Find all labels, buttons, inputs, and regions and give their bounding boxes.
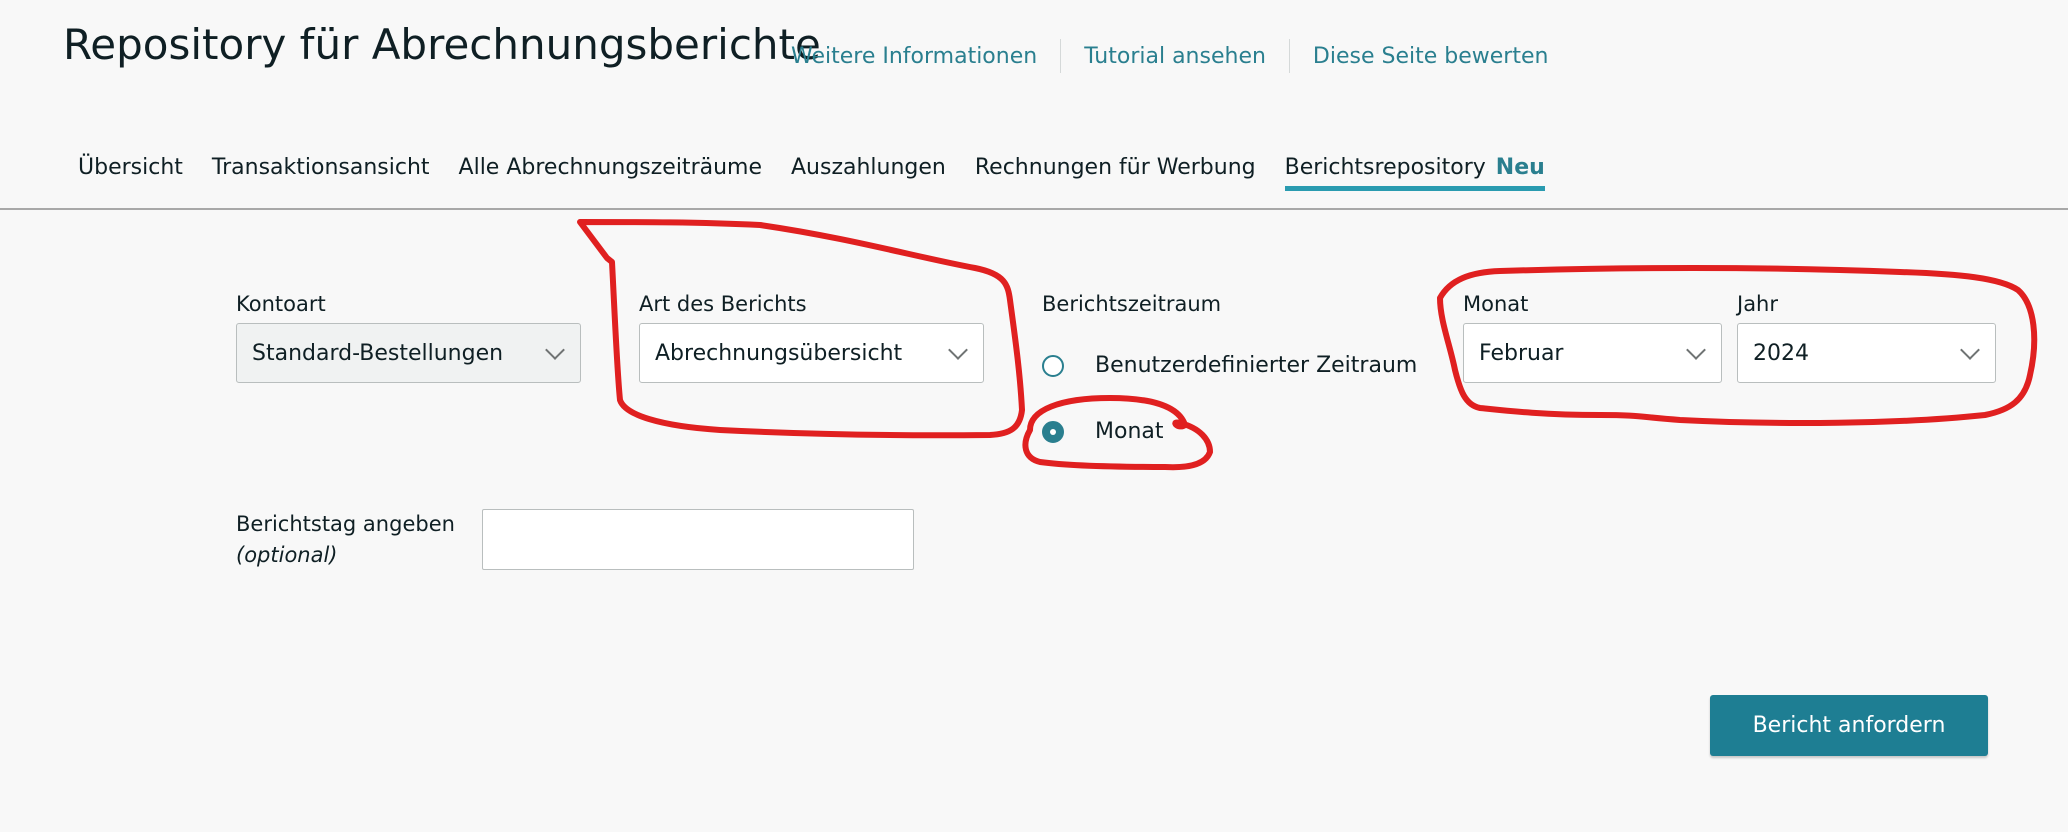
- tab-label: Rechnungen für Werbung: [974, 155, 1256, 180]
- month-select[interactable]: Februar: [1463, 323, 1722, 383]
- account-type-value: Standard-Bestellungen: [252, 340, 504, 366]
- radio-button[interactable]: [1042, 354, 1064, 377]
- rate-page-link[interactable]: Diese Seite bewerten: [1290, 44, 1572, 69]
- tab-transactions[interactable]: Transaktionsansicht: [212, 155, 430, 190]
- tab-all-settlement-periods[interactable]: Alle Abrechnungszeiträume: [459, 155, 762, 190]
- page-title: Repository für Abrechnungsberichte: [63, 20, 821, 69]
- tab-report-repository[interactable]: Berichtsrepository Neu: [1284, 155, 1545, 191]
- tab-advertising-invoices[interactable]: Rechnungen für Werbung: [975, 155, 1256, 190]
- report-period-label: Berichtszeitraum: [1042, 292, 1222, 316]
- chevron-down-icon: [1960, 340, 1980, 360]
- account-type-select[interactable]: Standard-Bestellungen: [236, 323, 581, 383]
- report-day-input[interactable]: [482, 509, 914, 570]
- tab-label: Auszahlungen: [791, 155, 946, 180]
- watch-tutorial-link[interactable]: Tutorial ansehen: [1061, 44, 1289, 69]
- radio-label: Monat: [1095, 419, 1164, 444]
- tab-divider: [0, 208, 2068, 210]
- year-value: 2024: [1753, 340, 1809, 366]
- tab-payouts[interactable]: Auszahlungen: [791, 155, 946, 190]
- tab-label: Transaktionsansicht: [211, 155, 430, 180]
- radio-custom-period[interactable]: Benutzerdefinierter Zeitraum: [1042, 353, 1417, 378]
- page: Repository für Abrechnungsberichte Weite…: [0, 0, 2068, 832]
- tab-overview[interactable]: Übersicht: [78, 155, 183, 190]
- chevron-down-icon: [948, 340, 968, 360]
- report-type-value: Abrechnungsübersicht: [655, 340, 903, 366]
- radio-label: Benutzerdefinierter Zeitraum: [1095, 353, 1418, 378]
- month-label: Monat: [1463, 292, 1529, 316]
- tab-label: Berichtsrepository: [1284, 155, 1486, 180]
- request-report-button[interactable]: Bericht anfordern: [1710, 695, 1988, 756]
- tab-bar: Übersicht Transaktionsansicht Alle Abrec…: [78, 155, 1574, 191]
- month-value: Februar: [1479, 340, 1564, 366]
- year-label: Jahr: [1737, 292, 1779, 316]
- tab-label: Übersicht: [78, 155, 183, 180]
- chevron-down-icon: [1686, 340, 1706, 360]
- report-day-optional-hint: (optional): [236, 543, 338, 567]
- new-badge: Neu: [1495, 155, 1545, 180]
- report-type-select[interactable]: Abrechnungsübersicht: [639, 323, 984, 383]
- header-links: Weitere Informationen Tutorial ansehen D…: [791, 38, 1571, 74]
- report-day-label: Berichtstag angeben: [236, 512, 455, 536]
- radio-month[interactable]: Monat: [1042, 419, 1164, 444]
- more-info-link[interactable]: Weitere Informationen: [791, 44, 1060, 69]
- radio-button-checked[interactable]: [1042, 420, 1064, 443]
- report-type-label: Art des Berichts: [639, 292, 807, 316]
- chevron-down-icon: [545, 340, 565, 360]
- year-select[interactable]: 2024: [1737, 323, 1996, 383]
- tab-label: Alle Abrechnungszeiträume: [458, 155, 762, 180]
- account-type-label: Kontoart: [236, 292, 326, 316]
